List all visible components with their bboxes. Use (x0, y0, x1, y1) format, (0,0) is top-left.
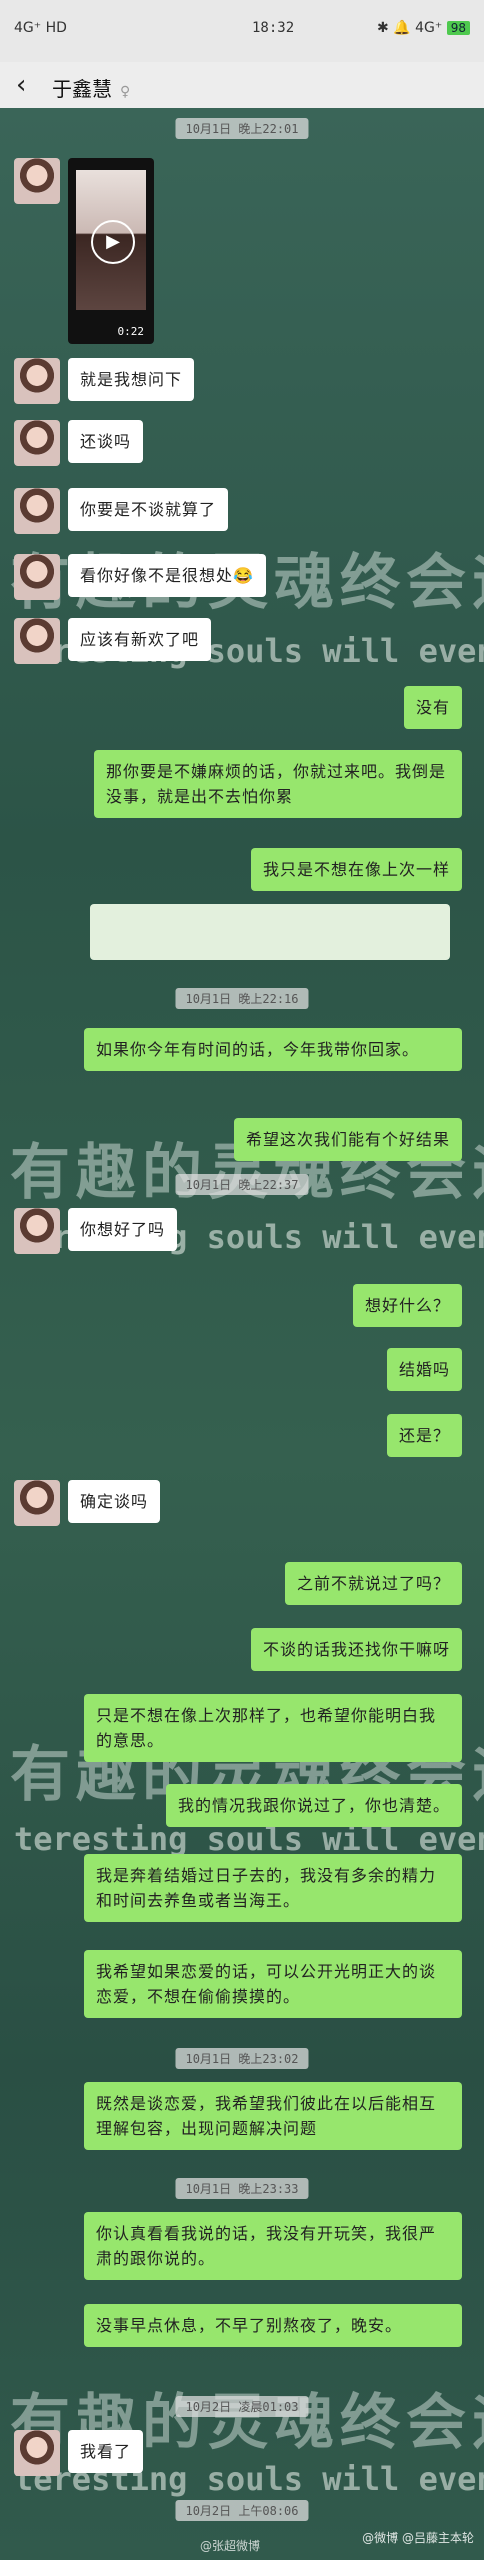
message-bubble[interactable]: 结婚吗 (386, 1348, 462, 1391)
chat-area[interactable]: 有趣的灵魂终会遇 teresting souls will eventually… (0, 108, 484, 2560)
message-outgoing: 如果你今年有时间的话，今年我带你回家。 (76, 1028, 470, 1071)
contact-name-text: 于鑫慧 (52, 77, 112, 101)
message-bubble[interactable]: 我只是不想在像上次一样 (250, 848, 462, 891)
message-bubble[interactable]: 既然是谈恋爱，我希望我们彼此在以后能相互理解包容，出现问题解决问题 (84, 2082, 462, 2150)
play-icon[interactable]: ▶ (91, 220, 135, 264)
message-outgoing: 既然是谈恋爱，我希望我们彼此在以后能相互理解包容，出现问题解决问题 (76, 2082, 470, 2150)
female-icon: ♀ (120, 84, 131, 100)
avatar[interactable] (14, 1480, 60, 1526)
message-bubble[interactable]: 如果你今年有时间的话，今年我带你回家。 (84, 1028, 462, 1071)
message-bubble[interactable]: 我看了 (68, 2430, 144, 2473)
timestamp: 10月1日 晚上22:01 (175, 118, 309, 139)
message-bubble[interactable]: 你要是不谈就算了 (68, 488, 229, 531)
message-incoming: 看你好像不是很想处😂 (14, 554, 274, 600)
message-bubble[interactable]: 我的情况我跟你说过了，你也清楚。 (165, 1784, 462, 1827)
message-bubble[interactable]: 你认真看看我说的话，我没有开玩笑，我很严肃的跟你说的。 (84, 2212, 462, 2280)
chat-header: ‹ 于鑫慧 ♀ (0, 62, 484, 109)
message-incoming: 我看了 (14, 2430, 151, 2476)
message-bubble[interactable]: 想好什么？ (352, 1284, 462, 1327)
message-bubble[interactable]: 应该有新欢了吧 (68, 618, 212, 661)
battery-icon: 98 (446, 21, 470, 35)
message-outgoing: 我的情况我跟你说过了，你也清楚。 (158, 1784, 470, 1827)
message-outgoing: 没事早点休息，不早了别熬夜了，晚安。 (76, 2304, 470, 2347)
message-outgoing: 你认真看看我说的话，我没有开玩笑，我很严肃的跟你说的。 (76, 2212, 470, 2280)
message-outgoing: 希望这次我们能有个好结果 (226, 1118, 470, 1161)
message-bubble[interactable]: 我是奔着结婚过日子去的，我没有多余的精力和时间去养鱼或者当海王。 (84, 1854, 462, 1922)
message-incoming: 你要是不谈就算了 (14, 488, 236, 534)
message-outgoing: 没有 (396, 686, 470, 729)
message-bubble[interactable]: 希望这次我们能有个好结果 (233, 1118, 462, 1161)
message-outgoing: 想好什么？ (345, 1284, 470, 1327)
message-bubble[interactable]: 就是我想问下 (68, 358, 195, 401)
message-bubble[interactable]: 只是不想在像上次那样了，也希望你能明白我的意思。 (84, 1694, 462, 1762)
message-bubble[interactable]: 没事早点休息，不早了别熬夜了，晚安。 (84, 2304, 462, 2347)
timestamp: 10月1日 晚上23:33 (175, 2178, 309, 2199)
video-duration: 0:22 (117, 325, 145, 338)
message-bubble[interactable]: 还是？ (386, 1414, 462, 1457)
bluetooth-icon: ✱ 🔔 4G⁺ (377, 20, 443, 36)
message-outgoing: 我希望如果恋爱的话，可以公开光明正大的谈恋爱，不想在偷偷摸摸的。 (76, 1950, 470, 2018)
message-outgoing: 我只是不想在像上次一样 (243, 848, 470, 891)
message-bubble[interactable]: 看你好像不是很想处😂 (68, 554, 266, 597)
avatar[interactable] (14, 358, 60, 404)
message-outgoing: 我是奔着结婚过日子去的，我没有多余的精力和时间去养鱼或者当海王。 (76, 1854, 470, 1922)
message-bubble[interactable]: 我希望如果恋爱的话，可以公开光明正大的谈恋爱，不想在偷偷摸摸的。 (84, 1950, 462, 2018)
message-bubble[interactable]: 没有 (403, 686, 462, 729)
message-incoming: 还谈吗 (14, 420, 151, 466)
contact-name[interactable]: 于鑫慧 ♀ (52, 73, 130, 102)
message-outgoing: 之前不就说过了吗？ (277, 1562, 470, 1605)
avatar[interactable] (14, 2430, 60, 2476)
avatar[interactable] (14, 158, 60, 204)
message-outgoing: 只是不想在像上次那样了，也希望你能明白我的意思。 (76, 1694, 470, 1762)
source-credit: @微博 @吕藤主本轮 (362, 2531, 474, 2545)
timestamp: 10月1日 晚上23:02 (175, 2048, 309, 2069)
avatar[interactable] (14, 554, 60, 600)
avatar[interactable] (14, 420, 60, 466)
message-incoming: ▶ 0:22 (14, 158, 154, 344)
message-outgoing: 那你要是不嫌麻烦的话，你就过来吧。我倒是没事，就是出不去怕你累 (86, 750, 470, 818)
message-bubble[interactable]: 那你要是不嫌麻烦的话，你就过来吧。我倒是没事，就是出不去怕你累 (94, 750, 462, 818)
timestamp: 10月2日 凌晨01:03 (175, 2396, 309, 2417)
message-bubble[interactable]: 不谈的话我还找你干嘛呀 (250, 1628, 462, 1671)
timestamp: 10月1日 晚上22:16 (175, 988, 309, 1009)
avatar[interactable] (14, 1208, 60, 1254)
clock: 18:32 (252, 20, 295, 36)
message-incoming: 你想好了吗 (14, 1208, 185, 1254)
signal-indicator: 4G⁺ HD (14, 20, 67, 36)
message-outgoing: 不谈的话我还找你干嘛呀 (243, 1628, 470, 1671)
status-icons: ✱ 🔔 4G⁺ 98 (377, 20, 470, 36)
message-incoming: 确定谈吗 (14, 1480, 168, 1526)
message-bubble[interactable]: 确定谈吗 (68, 1480, 161, 1523)
avatar[interactable] (14, 488, 60, 534)
back-icon[interactable]: ‹ (16, 70, 26, 100)
message-bubble[interactable]: 你想好了吗 (68, 1208, 178, 1251)
message-bubble[interactable]: 之前不就说过了吗？ (284, 1562, 462, 1605)
source-credit: @张超微博 (200, 2539, 261, 2553)
message-outgoing: 结婚吗 (379, 1348, 470, 1391)
message-incoming: 就是我想问下 (14, 358, 202, 404)
message-outgoing: 还是？ (379, 1414, 470, 1457)
timestamp: 10月2日 上午08:06 (175, 2500, 309, 2521)
message-incoming: 应该有新欢了吧 (14, 618, 219, 664)
status-bar: 4G⁺ HD 18:32 ✱ 🔔 4G⁺ 98 (0, 0, 484, 62)
video-message[interactable]: ▶ 0:22 (68, 158, 154, 344)
message-bubble[interactable]: 还谈吗 (68, 420, 144, 463)
avatar[interactable] (14, 618, 60, 664)
blurred-message (90, 904, 450, 960)
timestamp: 10月1日 晚上22:37 (175, 1174, 309, 1195)
